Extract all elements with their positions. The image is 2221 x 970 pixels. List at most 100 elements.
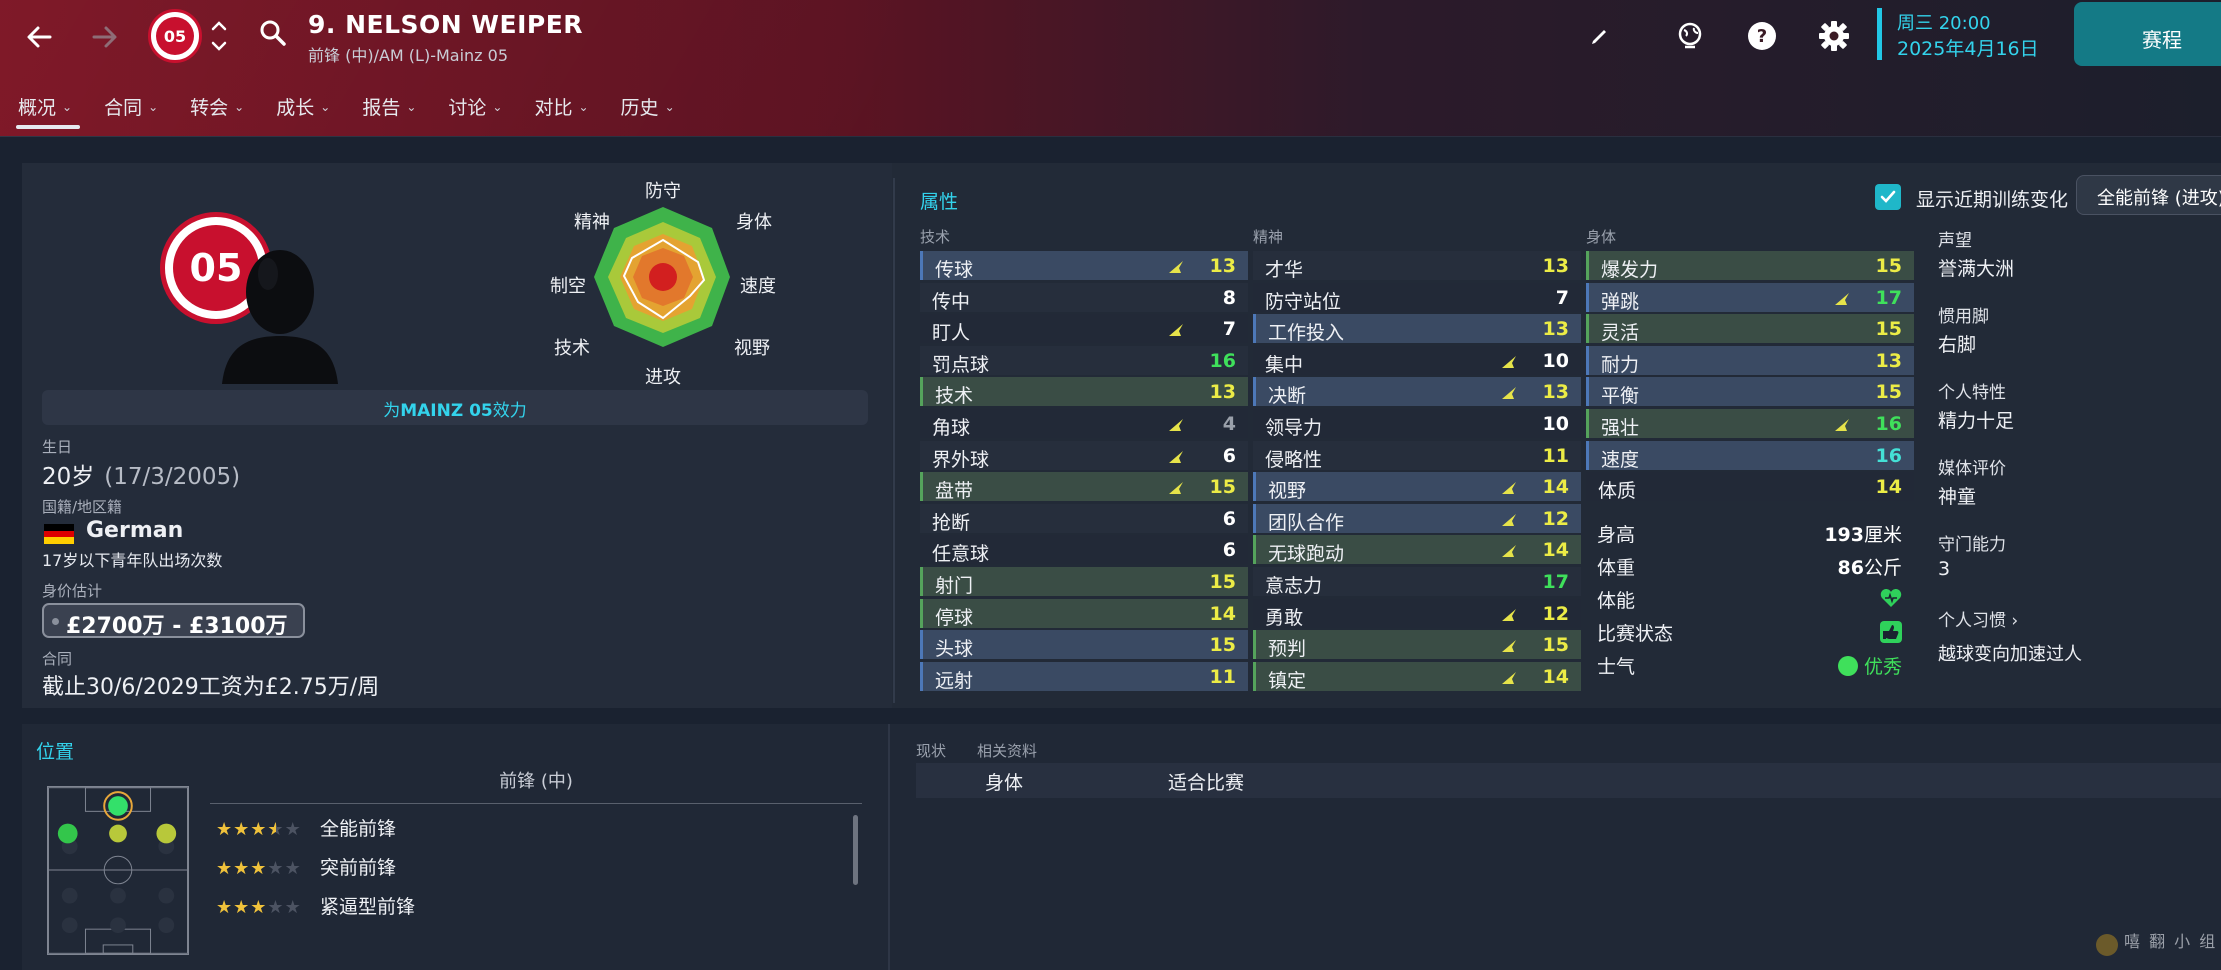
weight-label: 体重	[1597, 557, 1636, 579]
player-switch-icon[interactable]	[208, 14, 230, 58]
roles-scrollbar[interactable]	[853, 815, 858, 885]
attribute-name: 速度	[1601, 448, 1640, 471]
attribute-row[interactable]: 防守站位 7	[1253, 282, 1581, 313]
show-changes-checkbox[interactable]	[1875, 184, 1901, 210]
attribute-row[interactable]: 耐力 13	[1586, 345, 1914, 376]
attribute-row[interactable]: 集中 10	[1253, 345, 1581, 376]
attribute-row[interactable]: 强壮 16	[1586, 409, 1914, 439]
edit-pencil-icon[interactable]	[1582, 18, 1618, 54]
status-tab-current[interactable]: 现状	[916, 740, 946, 761]
current-day-time: 周三 20:00	[1897, 13, 1991, 34]
tab-0[interactable]: 概况 ⌄	[15, 92, 81, 132]
tab-4[interactable]: 报告 ⌄	[362, 92, 416, 132]
tab-label: 历史	[620, 97, 659, 119]
attribute-row[interactable]: 盯人 7	[920, 314, 1248, 344]
attribute-row[interactable]: 盘带 15	[920, 472, 1248, 502]
tab-7[interactable]: 历史 ⌄	[621, 92, 675, 132]
position-title: 位置	[36, 741, 75, 763]
attribute-row[interactable]: 弹跳 17	[1586, 282, 1914, 313]
training-change-arrow-icon	[1502, 640, 1516, 653]
attribute-row[interactable]: 任意球 6	[920, 535, 1248, 565]
world-icon[interactable]	[1672, 18, 1708, 54]
attribute-row[interactable]: 镇定 14	[1253, 661, 1581, 692]
help-icon[interactable]: ?	[1744, 18, 1780, 54]
attribute-row[interactable]: 罚点球 16	[920, 345, 1248, 376]
tab-2[interactable]: 转会 ⌄	[190, 92, 244, 132]
attribute-name: 射门	[935, 575, 974, 597]
attribute-row[interactable]: 决断 13	[1253, 377, 1581, 407]
attribute-row[interactable]: 爆发力 15	[1586, 251, 1914, 281]
attribute-row[interactable]: 工作投入 13	[1253, 314, 1581, 344]
attribute-row[interactable]: 无球跑动 14	[1253, 535, 1581, 565]
attribute-value: 15	[1209, 476, 1236, 499]
attribute-row[interactable]: 预判 15	[1253, 630, 1581, 660]
thumbs-up-icon[interactable]	[1880, 621, 1902, 643]
settings-gear-icon[interactable]	[1816, 18, 1852, 54]
attribute-value: 8	[1222, 286, 1236, 309]
status-tab-related[interactable]: 相关资料	[977, 740, 1037, 761]
attribute-row[interactable]: 传球 13	[920, 251, 1248, 281]
forward-arrow-icon[interactable]	[82, 14, 128, 60]
match-form-row: 比赛状态	[1597, 617, 1902, 647]
attribute-row[interactable]: 停球 14	[920, 598, 1248, 629]
profile-tabs: 概况 ⌄ 合同 ⌄ 转会 ⌄ 成长 ⌄ 报告 ⌄ 讨论 ⌄ 对比 ⌄ 历史 ⌄	[15, 92, 707, 132]
attribute-row[interactable]: 抢断 6	[920, 503, 1248, 534]
tab-1[interactable]: 合同 ⌄	[104, 92, 158, 132]
training-change-arrow-icon	[1169, 482, 1183, 495]
position-pitch-diagram[interactable]	[47, 786, 189, 955]
fixtures-continue-button[interactable]: 赛程	[2074, 2, 2221, 66]
nationality-value[interactable]: German	[86, 518, 183, 543]
height-row: 身高 193厘米	[1597, 518, 1902, 548]
player-silhouette-avatar	[222, 250, 338, 384]
morale-arrow-icon	[1837, 656, 1858, 676]
weight-value: 86公斤	[1838, 553, 1902, 580]
attribute-value: 14	[1542, 665, 1569, 688]
attribute-row[interactable]: 体质 14	[1586, 472, 1914, 502]
attribute-row[interactable]: 灵活 15	[1586, 314, 1914, 344]
back-arrow-icon[interactable]	[16, 14, 62, 60]
attribute-row[interactable]: 侵略性 11	[1253, 440, 1581, 471]
attribute-row[interactable]: 传中 8	[920, 282, 1248, 313]
estimated-value: £2700万 - £3100万	[66, 614, 288, 639]
attribute-row[interactable]: 界外球 6	[920, 440, 1248, 471]
role-rating-row[interactable]: ★★★★★ 紧逼型前锋	[216, 892, 415, 922]
player-position-club: 前锋 (中)/AM (L)-Mainz 05	[308, 46, 509, 65]
attribute-name: 弹跳	[1601, 290, 1640, 313]
attribute-name: 镇定	[1268, 669, 1307, 692]
attributes-title: 属性	[920, 191, 959, 213]
status-panel	[892, 724, 2221, 970]
radar-label-technique: 技术	[554, 338, 590, 359]
attribute-row[interactable]: 平衡 15	[1586, 377, 1914, 407]
attribute-row[interactable]: 视野 14	[1253, 472, 1581, 502]
attribute-row[interactable]: 射门 15	[920, 567, 1248, 597]
attribute-row[interactable]: 勇敢 12	[1253, 598, 1581, 629]
morale-value-wrap[interactable]: 优秀	[1837, 652, 1902, 679]
attribute-value: 4	[1222, 413, 1236, 435]
tab-5[interactable]: 讨论 ⌄	[448, 92, 502, 132]
attribute-row[interactable]: 远射 11	[920, 661, 1248, 692]
reputation-value: 誉满大洲	[1938, 258, 2015, 280]
height-value: 193厘米	[1824, 520, 1902, 547]
fitness-heart-icon[interactable]	[1880, 588, 1902, 608]
attribute-row[interactable]: 头球 15	[920, 630, 1248, 660]
role-select-dropdown[interactable]: 全能前锋 (进攻)	[2076, 175, 2221, 215]
attribute-row[interactable]: 技术 13	[920, 377, 1248, 407]
attribute-row[interactable]: 领导力 10	[1253, 409, 1581, 439]
attribute-row[interactable]: 意志力 17	[1253, 567, 1581, 597]
role-rating-row[interactable]: ★★★★★ 全能前锋	[216, 814, 396, 844]
club-badge-small[interactable]: 05	[148, 9, 202, 63]
show-changes-label[interactable]: 显示近期训练变化	[1916, 185, 2068, 212]
attribute-row[interactable]: 团队合作 12	[1253, 503, 1581, 534]
role-rating-row[interactable]: ★★★★★ 突前前锋	[216, 853, 396, 883]
attribute-row[interactable]: 角球 4	[920, 409, 1248, 439]
search-icon[interactable]	[258, 18, 292, 52]
estimated-value-pill[interactable]: £2700万 - £3100万	[42, 603, 305, 639]
player-traits-link[interactable]: 个人习惯 ›	[1938, 606, 2018, 631]
tab-6[interactable]: 对比 ⌄	[534, 92, 588, 132]
attribute-value: 13	[1542, 381, 1569, 404]
attribute-row[interactable]: 速度 16	[1586, 440, 1914, 471]
plays-for-club-strip[interactable]: 为MAINZ 05效力	[42, 390, 868, 425]
fitness-label: 体能	[1597, 590, 1636, 612]
tab-3[interactable]: 成长 ⌄	[276, 92, 330, 132]
attribute-row[interactable]: 才华 13	[1253, 251, 1581, 281]
